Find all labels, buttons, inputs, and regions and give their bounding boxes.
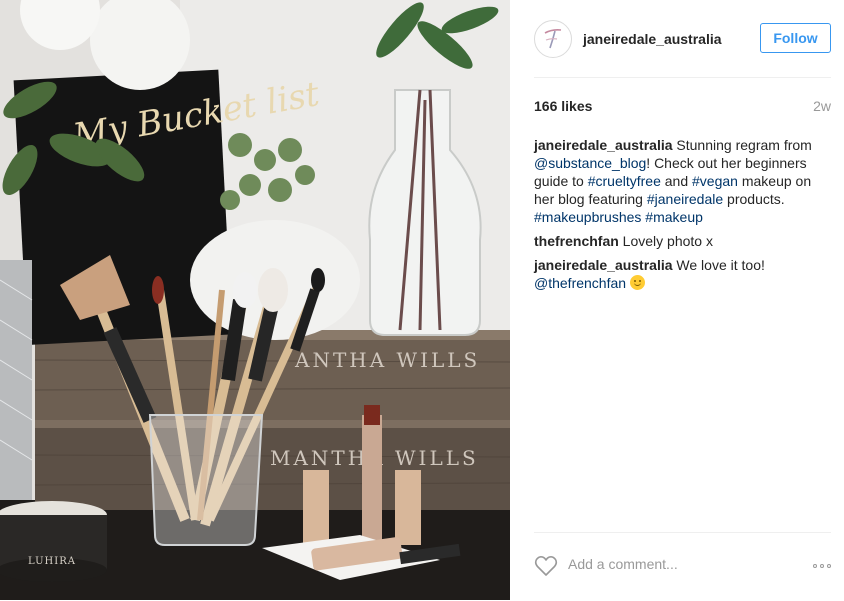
comment-mention-link[interactable]: @thefrenchfan — [534, 275, 626, 291]
mention-link[interactable]: @substance_blog — [534, 155, 646, 171]
hashtag-link[interactable]: #makeupbrushes — [534, 209, 641, 225]
add-comment-input[interactable] — [568, 556, 788, 572]
username-link[interactable]: janeiredale_australia — [583, 31, 722, 47]
follow-button[interactable]: Follow — [760, 23, 831, 53]
dot — [820, 564, 824, 568]
dot — [813, 564, 817, 568]
likes-count[interactable]: 166 likes — [534, 98, 592, 114]
caption-author[interactable]: janeiredale_australia — [534, 137, 673, 153]
caption: janeiredale_australia Stunning regram fr… — [534, 136, 831, 226]
hashtag-link[interactable]: #janeiredale — [647, 191, 723, 207]
post-side-panel: janeiredale_australia Follow 166 likes 2… — [510, 0, 844, 600]
comment-text: We love it too! — [672, 257, 765, 273]
post-header: janeiredale_australia Follow — [534, 0, 831, 78]
comment-item: janeiredale_australia We love it too! @t… — [534, 256, 831, 292]
box-top-text: ANTHA WILLS — [294, 348, 480, 372]
more-options-icon[interactable] — [813, 564, 831, 568]
comment-author[interactable]: thefrenchfan — [534, 233, 619, 249]
comment-author[interactable]: janeiredale_australia — [534, 257, 673, 273]
hashtag-link[interactable]: #crueltyfree — [588, 173, 661, 189]
post-photo[interactable]: ANTHA WILLS MANTHA WILLS My Bucket list — [0, 0, 510, 600]
hashtag-link[interactable]: #vegan — [692, 173, 738, 189]
comments-list: janeiredale_australia Stunning regram fr… — [534, 136, 831, 298]
caption-text: Stunning regram from — [672, 137, 812, 153]
smile-emoji-icon — [629, 275, 645, 290]
dot — [827, 564, 831, 568]
comment-item: thefrenchfan Lovely photo x — [534, 232, 831, 250]
comment-text: Lovely photo x — [618, 233, 713, 249]
brand-logo-icon[interactable] — [534, 19, 572, 58]
comment-composer — [534, 532, 831, 601]
photo-illustration: ANTHA WILLS MANTHA WILLS My Bucket list — [0, 0, 510, 600]
post-stats: 166 likes 2w — [534, 98, 831, 114]
caption-text: and — [660, 173, 693, 189]
hashtag-link[interactable]: #makeup — [645, 209, 703, 225]
candle-label-text: LUHIRA — [28, 556, 76, 567]
post-age[interactable]: 2w — [813, 98, 831, 114]
caption-text: products. — [723, 191, 785, 207]
heart-icon[interactable] — [534, 555, 558, 582]
instagram-post: ANTHA WILLS MANTHA WILLS My Bucket list — [0, 0, 844, 600]
